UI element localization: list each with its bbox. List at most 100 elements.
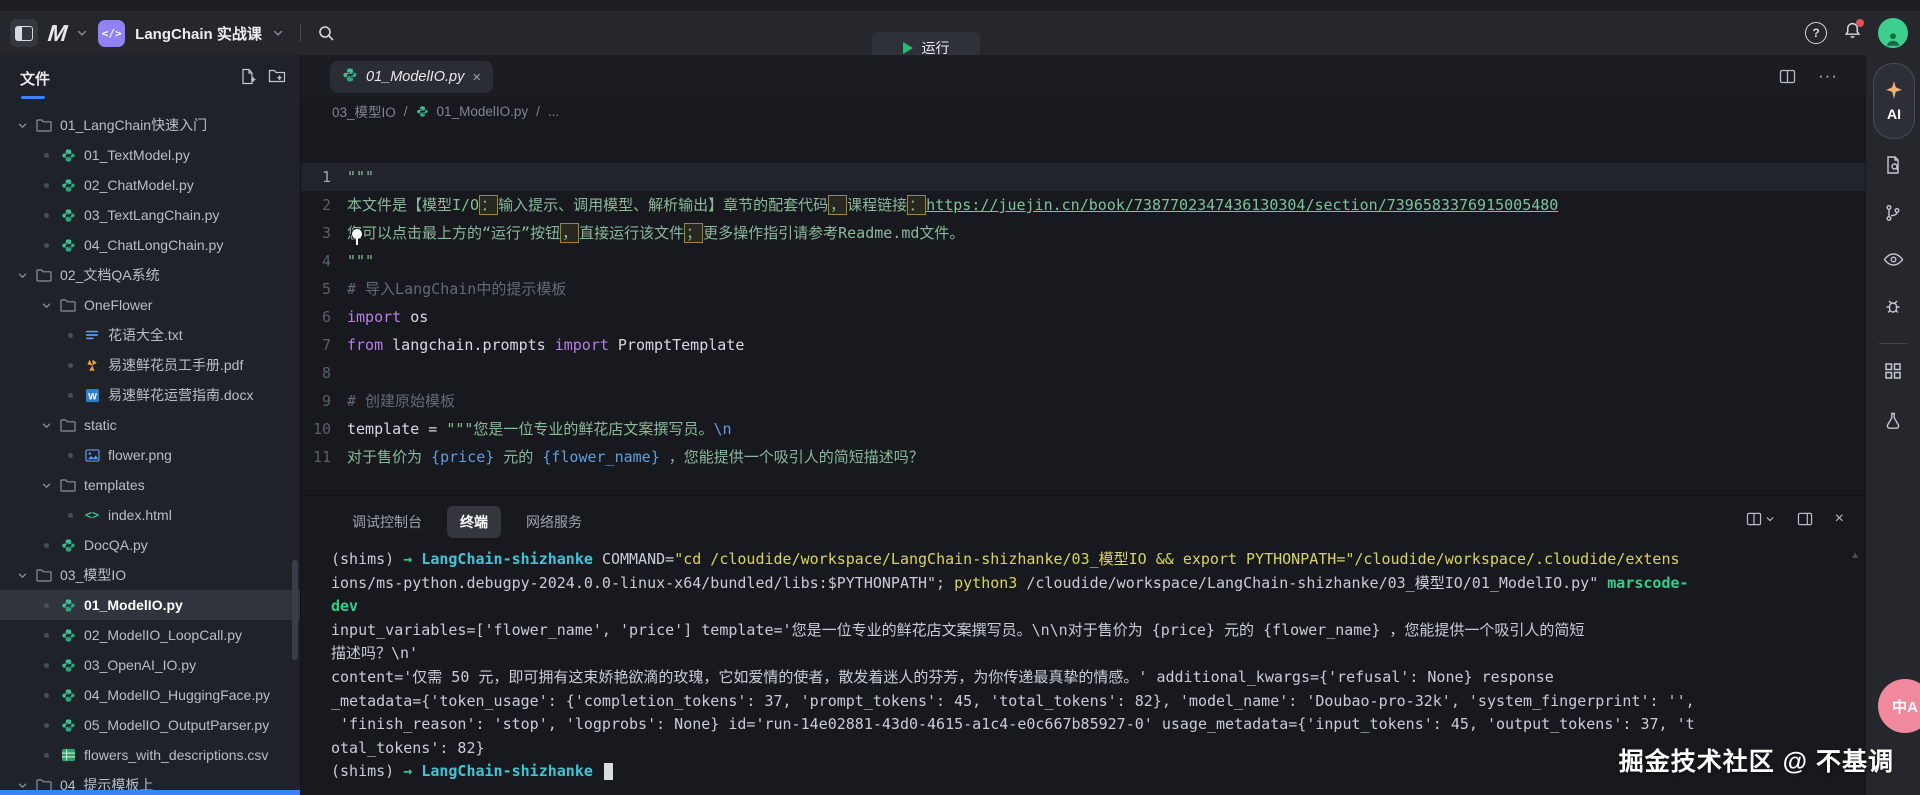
marscode-logo[interactable]: M bbox=[47, 20, 68, 47]
source-control-icon[interactable] bbox=[1866, 203, 1920, 223]
tree-item[interactable]: flowers_with_descriptions.csv bbox=[0, 740, 300, 770]
code-line[interactable]: 9# 创建原始模板 bbox=[301, 387, 1866, 415]
tree-item-label: 03_OpenAI_IO.py bbox=[84, 657, 196, 673]
tree-item[interactable]: 05_ModelIO_OutputParser.py bbox=[0, 710, 300, 740]
project-chevron-down-icon[interactable] bbox=[272, 27, 284, 39]
breadcrumb-folder[interactable]: 03_模型IO bbox=[332, 101, 396, 121]
sidebar-toggle-icon bbox=[15, 26, 33, 41]
debug-bug-icon[interactable] bbox=[1866, 297, 1920, 317]
code-line[interactable]: 11对于售价为 {price} 元的 {flower_name} ，您能提供一个… bbox=[301, 443, 1866, 471]
file-status-dot bbox=[62, 393, 78, 398]
play-icon bbox=[903, 42, 913, 54]
sidebar-bottom-scrollbar[interactable] bbox=[0, 790, 300, 795]
tree-item[interactable]: 02_ChatModel.py bbox=[0, 170, 300, 200]
split-terminal-icon[interactable] bbox=[1746, 512, 1775, 526]
chevron-down-icon[interactable] bbox=[14, 570, 30, 581]
python-icon bbox=[58, 718, 78, 733]
extensions-icon[interactable] bbox=[1866, 361, 1920, 381]
csv-icon bbox=[58, 748, 78, 762]
notifications-button[interactable] bbox=[1843, 21, 1862, 45]
code-line[interactable]: 8 bbox=[301, 359, 1866, 387]
breadcrumb-file[interactable]: 01_ModelIO.py bbox=[437, 104, 529, 119]
new-file-icon[interactable] bbox=[239, 68, 256, 85]
pdf-icon bbox=[82, 358, 102, 373]
python-icon bbox=[58, 688, 78, 703]
code-line[interactable]: 4""" bbox=[301, 247, 1866, 275]
tree-item-label: static bbox=[84, 417, 117, 433]
code-line[interactable]: 10template = """您是一位专业的鲜花店文案撰写员。\n bbox=[301, 415, 1866, 443]
code-line[interactable]: 2本文件是【模型I/O：输入提示、调用模型、解析输出】章节的配套代码，课程链接：… bbox=[301, 191, 1866, 219]
tree-item[interactable]: <>index.html bbox=[0, 500, 300, 530]
tab-debug-console[interactable]: 调试控制台 bbox=[339, 506, 435, 538]
chevron-down-icon[interactable] bbox=[38, 480, 54, 491]
tree-item[interactable]: 花语大全.txt bbox=[0, 320, 300, 350]
breadcrumb[interactable]: 03_模型IO / 01_ModelIO.py / ... bbox=[332, 97, 559, 125]
tree-item[interactable]: 02_ModelIO_LoopCall.py bbox=[0, 620, 300, 650]
toggle-sidebar-button[interactable] bbox=[10, 19, 38, 47]
code-line[interactable]: 3您可以点击最上方的“运行”按钮，直接运行该文件；更多操作指引请参考Readme… bbox=[301, 219, 1866, 247]
chevron-down-icon[interactable] bbox=[38, 300, 54, 311]
file-status-dot bbox=[38, 183, 54, 188]
scroll-up-arrow-icon[interactable]: ▲ bbox=[1850, 550, 1860, 561]
search-icon[interactable] bbox=[317, 24, 335, 42]
code-editor[interactable]: 1"""2本文件是【模型I/O：输入提示、调用模型、解析输出】章节的配套代码，课… bbox=[301, 127, 1866, 531]
tree-item[interactable]: 04_ChatLongChain.py bbox=[0, 230, 300, 260]
tree-item[interactable]: 02_文档QA系统 bbox=[0, 260, 300, 290]
chevron-down-icon[interactable] bbox=[14, 120, 30, 131]
tree-item[interactable]: 03_TextLangChain.py bbox=[0, 200, 300, 230]
tree-item[interactable]: static bbox=[0, 410, 300, 440]
person-icon bbox=[1884, 30, 1902, 48]
tree-item[interactable]: 易速鲜花员工手册.pdf bbox=[0, 350, 300, 380]
line-number: 5 bbox=[307, 275, 331, 303]
logo-chevron-down-icon[interactable] bbox=[76, 27, 88, 39]
terminal-line: _metadata={'token_usage': {'completion_t… bbox=[331, 690, 1856, 714]
tree-item[interactable]: 01_ModelIO.py bbox=[0, 590, 300, 620]
chevron-down-icon[interactable] bbox=[14, 270, 30, 281]
chevron-down-icon[interactable] bbox=[14, 780, 30, 791]
chevron-down-icon[interactable] bbox=[38, 420, 54, 431]
preview-eye-icon[interactable] bbox=[1866, 251, 1920, 268]
code-line[interactable]: 6import os bbox=[301, 303, 1866, 331]
code-text: 本文件是【模型I/O：输入提示、调用模型、解析输出】章节的配套代码，课程链接：h… bbox=[347, 191, 1558, 219]
help-icon[interactable]: ? bbox=[1805, 22, 1827, 44]
project-name[interactable]: LangChain 实战课 bbox=[135, 23, 262, 44]
tree-item[interactable]: 01_LangChain快速入门 bbox=[0, 110, 300, 140]
sidebar-scrollbar[interactable] bbox=[292, 560, 298, 660]
tree-item[interactable]: 04_ModelIO_HuggingFace.py bbox=[0, 680, 300, 710]
tree-item-label: flowers_with_descriptions.csv bbox=[84, 747, 268, 763]
line-number: 6 bbox=[307, 303, 331, 331]
line-number: 8 bbox=[307, 359, 331, 387]
line-number: 4 bbox=[307, 247, 331, 275]
tab-network-service[interactable]: 网络服务 bbox=[513, 506, 595, 538]
file-status-dot bbox=[38, 663, 54, 668]
avatar[interactable] bbox=[1878, 18, 1908, 48]
tree-item[interactable]: 03_OpenAI_IO.py bbox=[0, 650, 300, 680]
ai-assistant-button[interactable]: AI bbox=[1873, 63, 1915, 139]
tree-item-label: 04_ModelIO_HuggingFace.py bbox=[84, 687, 270, 703]
close-panel-icon[interactable]: × bbox=[1835, 510, 1844, 528]
new-folder-icon[interactable] bbox=[268, 68, 286, 85]
terminal-line: content='仅需 50 元，即可拥有这束娇艳欲滴的玫瑰，它如爱情的使者，散… bbox=[331, 666, 1856, 690]
split-editor-icon[interactable] bbox=[1779, 69, 1796, 84]
tree-item-label: 01_LangChain快速入门 bbox=[60, 115, 207, 135]
file-search-icon[interactable] bbox=[1866, 155, 1920, 175]
code-line[interactable]: 7from langchain.prompts import PromptTem… bbox=[301, 331, 1866, 359]
tab-terminal[interactable]: 终端 bbox=[447, 506, 501, 538]
topbar-divider bbox=[300, 24, 301, 42]
code-line[interactable]: 1""" bbox=[301, 163, 1866, 191]
breadcrumb-symbol[interactable]: ... bbox=[548, 104, 559, 119]
tree-item[interactable]: 01_TextModel.py bbox=[0, 140, 300, 170]
maximize-panel-icon[interactable] bbox=[1797, 512, 1813, 526]
more-actions-icon[interactable]: ··· bbox=[1818, 66, 1838, 86]
tree-item[interactable]: OneFlower bbox=[0, 290, 300, 320]
tree-item[interactable]: flower.png bbox=[0, 440, 300, 470]
tree-item[interactable]: W易速鲜花运营指南.docx bbox=[0, 380, 300, 410]
tree-item[interactable]: 03_模型IO bbox=[0, 560, 300, 590]
tree-item[interactable]: DocQA.py bbox=[0, 530, 300, 560]
code-line[interactable]: 5# 导入LangChain中的提示模板 bbox=[301, 275, 1866, 303]
tree-item[interactable]: templates bbox=[0, 470, 300, 500]
editor-tab[interactable]: 01_ModelIO.py × bbox=[330, 61, 493, 93]
tree-item-label: 02_ModelIO_LoopCall.py bbox=[84, 627, 242, 643]
test-flask-icon[interactable] bbox=[1866, 411, 1920, 431]
close-tab-icon[interactable]: × bbox=[472, 70, 481, 85]
